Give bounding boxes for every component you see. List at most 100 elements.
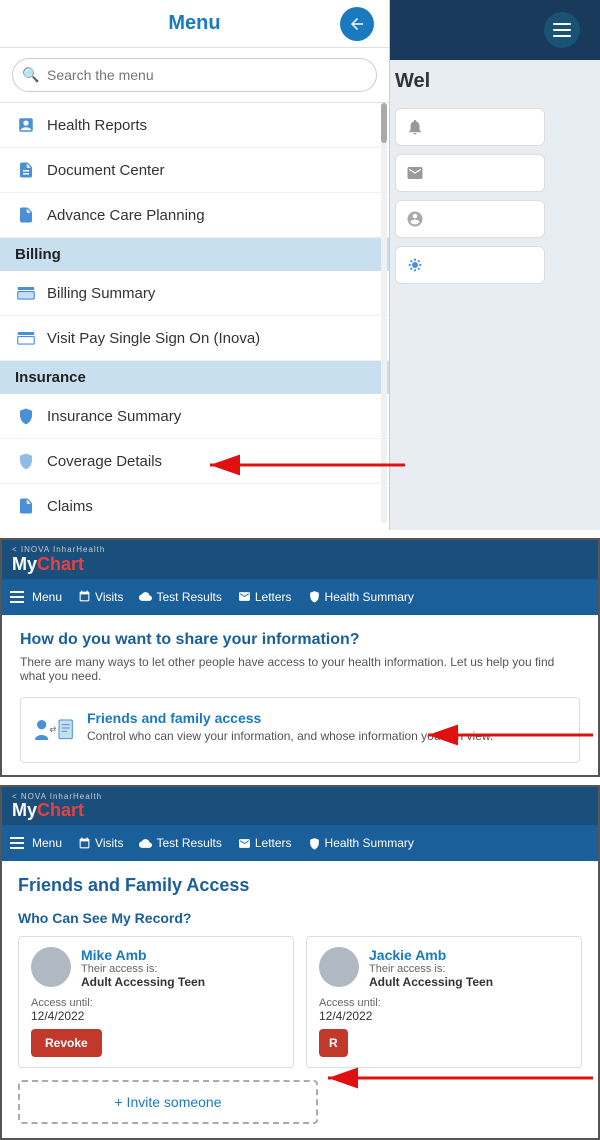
mike-access-type: Adult Accessing Teen bbox=[81, 975, 205, 989]
menu-section: Wel Menu bbox=[0, 0, 600, 530]
nav-health-summary[interactable]: Health Summary bbox=[308, 590, 414, 604]
share-question: How do you want to share your informatio… bbox=[20, 631, 580, 649]
menu-item-document-center[interactable]: Document Center bbox=[0, 148, 389, 193]
faf-page-title: Friends and Family Access bbox=[18, 875, 582, 896]
friends-family-icon: ⇄ bbox=[35, 710, 75, 750]
menu-item-label: Visit Pay Single Sign On (Inova) bbox=[47, 330, 260, 347]
nav-letters[interactable]: Letters bbox=[238, 590, 292, 604]
jackie-info: Jackie Amb Their access is: Adult Access… bbox=[369, 947, 493, 989]
friends-family-subtitle: Control who can view your information, a… bbox=[87, 729, 493, 743]
billing-summary-icon bbox=[15, 282, 37, 304]
menu-header: Menu bbox=[0, 0, 389, 48]
friends-family-section: < NOVA InharHealth MyChart Menu Visits T… bbox=[0, 785, 600, 1140]
menu-item-coverage-details[interactable]: Coverage Details bbox=[0, 439, 389, 484]
mike-until-label: Access until: bbox=[31, 997, 281, 1009]
invite-wrap: + Invite someone bbox=[18, 1080, 582, 1124]
message-icon-row bbox=[395, 154, 545, 192]
menu-item-label: Insurance Summary bbox=[47, 408, 181, 425]
jackie-access-label: Their access is: bbox=[369, 963, 493, 975]
nav-health-summary-label: Health Summary bbox=[325, 590, 414, 604]
nav3-health-summary[interactable]: Health Summary bbox=[308, 836, 414, 850]
menu-search-input[interactable] bbox=[12, 58, 377, 92]
bg-icon-rows bbox=[395, 108, 585, 284]
nav-visits[interactable]: Visits bbox=[78, 590, 123, 604]
nav3-letters-label: Letters bbox=[255, 836, 292, 850]
menu-item-label: Billing Summary bbox=[47, 285, 155, 302]
background-right-panel: Wel bbox=[380, 0, 600, 530]
hamburger3-icon bbox=[10, 837, 24, 849]
share-card-text: Friends and family access Control who ca… bbox=[87, 710, 493, 743]
menu-item-label: Health Reports bbox=[47, 117, 147, 134]
menu-panel: Menu 🔍 Health Reports bbox=[0, 0, 390, 530]
nav-bar3: Menu Visits Test Results Letters Health … bbox=[2, 825, 598, 861]
menu-item-label: Advance Care Planning bbox=[47, 207, 205, 224]
friends-family-title[interactable]: Friends and family access bbox=[87, 710, 493, 726]
faf-card-mike: Mike Amb Their access is: Adult Accessin… bbox=[18, 936, 294, 1068]
scrollbar-thumb[interactable] bbox=[381, 103, 387, 143]
faf-card-jackie: Jackie Amb Their access is: Adult Access… bbox=[306, 936, 582, 1068]
insurance-header-label: Insurance bbox=[15, 369, 86, 386]
nav3-menu[interactable]: Menu bbox=[10, 836, 62, 850]
bg-content: Wel bbox=[380, 60, 600, 294]
hamburger-menu-icon[interactable] bbox=[544, 12, 580, 48]
notification-icon-row bbox=[395, 108, 545, 146]
menu-item-billing-summary[interactable]: Billing Summary bbox=[0, 271, 389, 316]
svg-text:⇄: ⇄ bbox=[50, 724, 57, 733]
jackie-until-date: 12/4/2022 bbox=[319, 1009, 569, 1023]
billing-header-label: Billing bbox=[15, 246, 61, 263]
my-text: My bbox=[12, 554, 37, 574]
mychart-brand: MyChart bbox=[12, 555, 105, 575]
jackie-name: Jackie Amb bbox=[369, 947, 493, 963]
bg-header bbox=[380, 0, 600, 60]
mychart-brand3: MyChart bbox=[12, 801, 102, 821]
nav-menu[interactable]: Menu bbox=[10, 590, 62, 604]
scrollbar-track bbox=[381, 103, 387, 523]
health-report-icon bbox=[15, 114, 37, 136]
mike-access-label: Their access is: bbox=[81, 963, 205, 975]
nav3-test-results[interactable]: Test Results bbox=[139, 836, 221, 850]
menu-item-visit-pay[interactable]: Visit Pay Single Sign On (Inova) bbox=[0, 316, 389, 361]
mike-info: Mike Amb Their access is: Adult Accessin… bbox=[81, 947, 205, 989]
share-description: There are many ways to let other people … bbox=[20, 655, 580, 683]
share-content: How do you want to share your informatio… bbox=[2, 615, 598, 775]
mychart-logo: < INOVA InharHealth MyChart bbox=[12, 546, 105, 575]
nav-test-results[interactable]: Test Results bbox=[139, 590, 221, 604]
invite-someone-button[interactable]: + Invite someone bbox=[18, 1080, 318, 1124]
nav3-visits-label: Visits bbox=[95, 836, 123, 850]
virus-icon-row bbox=[395, 246, 545, 284]
nav-letters-label: Letters bbox=[255, 590, 292, 604]
nav3-menu-label: Menu bbox=[32, 836, 62, 850]
nav3-letters[interactable]: Letters bbox=[238, 836, 292, 850]
menu-item-advance-care[interactable]: Advance Care Planning bbox=[0, 193, 389, 238]
nav-bar: Menu Visits Test Results Letters Health … bbox=[2, 579, 598, 615]
chart-text: Chart bbox=[37, 554, 84, 574]
faf-card-top-mike: Mike Amb Their access is: Adult Accessin… bbox=[31, 947, 281, 989]
search-icon: 🔍 bbox=[22, 67, 39, 84]
nav-test-results-label: Test Results bbox=[156, 590, 221, 604]
menu-title: Menu bbox=[168, 12, 220, 35]
menu-item-claims[interactable]: Claims bbox=[0, 484, 389, 523]
menu-item-label: Claims bbox=[47, 498, 93, 515]
menu-item-label: Coverage Details bbox=[47, 453, 162, 470]
menu-back-button[interactable] bbox=[340, 7, 374, 41]
nav-menu-label: Menu bbox=[32, 590, 62, 604]
menu-item-insurance-summary[interactable]: Insurance Summary bbox=[0, 394, 389, 439]
jackie-access-type: Adult Accessing Teen bbox=[369, 975, 493, 989]
mike-avatar bbox=[31, 947, 71, 987]
nav3-visits[interactable]: Visits bbox=[78, 836, 123, 850]
nav3-test-results-label: Test Results bbox=[156, 836, 221, 850]
visit-pay-icon bbox=[15, 327, 37, 349]
faf-content: Friends and Family Access Who Can See My… bbox=[2, 861, 598, 1138]
insurance-section-header: Insurance bbox=[0, 361, 389, 394]
menu-item-health-reports[interactable]: Health Reports bbox=[0, 103, 389, 148]
menu-list-inner: Health Reports Document Center Advance C… bbox=[0, 103, 389, 523]
mike-revoke-button[interactable]: Revoke bbox=[31, 1029, 102, 1057]
billing-section-header: Billing bbox=[0, 238, 389, 271]
menu-search-container: 🔍 bbox=[0, 48, 389, 103]
coverage-icon bbox=[15, 450, 37, 472]
claims-icon bbox=[15, 495, 37, 517]
jackie-revoke-button[interactable]: R bbox=[319, 1029, 348, 1057]
friends-family-card[interactable]: ⇄ Friends and family access Control who … bbox=[20, 697, 580, 763]
menu-list: Health Reports Document Center Advance C… bbox=[0, 103, 389, 523]
welcome-text: Wel bbox=[395, 70, 585, 93]
